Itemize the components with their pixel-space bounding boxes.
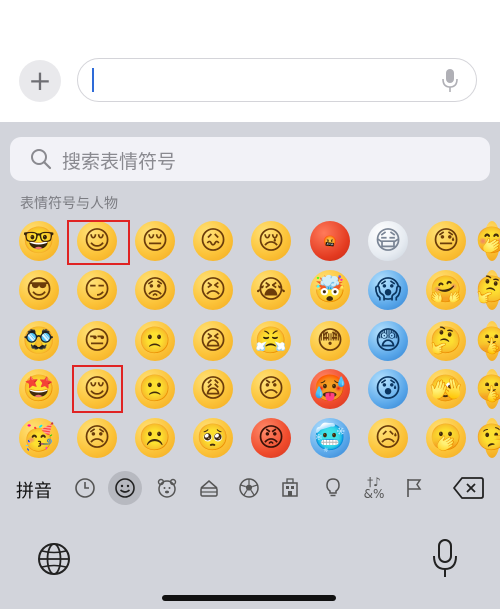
emoji-key[interactable]: 😨	[368, 321, 408, 361]
lightbulb-icon[interactable]	[316, 471, 350, 505]
soccer-ball-icon[interactable]	[232, 471, 266, 505]
globe-icon[interactable]	[36, 541, 72, 577]
emoji-key[interactable]: 😤	[251, 321, 291, 361]
emoji-search-bar[interactable]: 搜索表情符号	[10, 137, 490, 181]
emoji-key[interactable]: 🙁	[135, 321, 175, 361]
emoji-key[interactable]: 😫	[193, 321, 233, 361]
emoji-key[interactable]: 🫣	[426, 369, 466, 409]
emoji-key[interactable]: 😔	[135, 221, 175, 261]
message-text-field[interactable]	[77, 58, 477, 102]
highlight-box	[72, 365, 123, 413]
microphone-icon[interactable]	[442, 68, 458, 94]
emoji-key[interactable]: 🥶	[310, 418, 350, 458]
section-title: 表情符号与人物	[20, 196, 118, 212]
emoji-category-bar: 拼音 †♪&%	[0, 465, 500, 511]
symbols-icon-text: †♪&%	[363, 475, 385, 501]
add-attachment-button[interactable]: +	[19, 60, 61, 102]
emoji-key[interactable]: 😠	[251, 369, 291, 409]
emoji-key[interactable]: 😓	[426, 221, 466, 261]
home-indicator	[162, 595, 336, 601]
emoji-key[interactable]: 🥺	[193, 418, 233, 458]
plus-icon: +	[28, 64, 52, 97]
emoji-key[interactable]: 🤓	[19, 221, 59, 261]
animal-icon[interactable]	[150, 471, 184, 505]
emoji-key[interactable]: 😒	[77, 321, 117, 361]
emoji-key[interactable]: 🤔	[426, 321, 466, 361]
emoji-key[interactable]: 🥵	[310, 369, 350, 409]
flag-icon[interactable]	[397, 471, 431, 505]
emoji-key[interactable]: 😱	[368, 270, 408, 310]
emoji-key[interactable]: 🫢	[426, 418, 466, 458]
emoji-key[interactable]: 😷	[368, 221, 408, 261]
message-input-area: +	[0, 0, 500, 122]
emoji-key[interactable]: 🤫	[476, 369, 500, 409]
emoji-key[interactable]: 😢	[251, 221, 291, 261]
emoji-key[interactable]: 😏	[77, 270, 117, 310]
dictation-microphone-icon[interactable]	[432, 539, 458, 579]
emoji-key[interactable]: 🥸	[19, 321, 59, 361]
emoji-key[interactable]: 🤩	[19, 369, 59, 409]
emoji-key[interactable]: 😞	[77, 418, 117, 458]
emoji-key[interactable]: 😥	[368, 418, 408, 458]
highlight-box	[67, 220, 130, 265]
search-placeholder: 搜索表情符号	[62, 151, 177, 173]
emoji-key[interactable]: 😳	[310, 321, 350, 361]
emoji-key[interactable]: 😎	[19, 270, 59, 310]
emoji-key[interactable]: 🤯	[310, 270, 350, 310]
text-caret	[92, 68, 94, 92]
emoji-key[interactable]: 😭	[251, 270, 291, 310]
emoji-key[interactable]: 🤗	[426, 270, 466, 310]
emoji-key[interactable]: 🤬	[310, 221, 350, 261]
smiley-icon[interactable]	[108, 471, 142, 505]
pinyin-button[interactable]: 拼音	[16, 477, 52, 503]
delete-backspace-icon[interactable]	[452, 476, 484, 500]
emoji-key[interactable]: 🤫	[476, 321, 500, 361]
emoji-key[interactable]: 🥳	[19, 418, 59, 458]
symbols-icon[interactable]: †♪&%	[357, 471, 391, 505]
emoji-key[interactable]: 😩	[193, 369, 233, 409]
emoji-key[interactable]: 🤥	[476, 418, 500, 458]
emoji-key[interactable]: 😖	[193, 221, 233, 261]
emoji-key[interactable]: ☹️	[135, 418, 175, 458]
emoji-key[interactable]: 😣	[193, 270, 233, 310]
emoji-key[interactable]: 😡	[251, 418, 291, 458]
clock-icon[interactable]	[68, 471, 102, 505]
emoji-key[interactable]: 🤭	[476, 221, 500, 261]
building-icon[interactable]	[273, 471, 307, 505]
emoji-key[interactable]: 🙁	[135, 369, 175, 409]
food-icon[interactable]	[192, 471, 226, 505]
emoji-key[interactable]: 😰	[368, 369, 408, 409]
emoji-key[interactable]: 😟	[135, 270, 175, 310]
emoji-key[interactable]: 🤔	[476, 270, 500, 310]
keyboard-bottom-row	[0, 511, 500, 609]
search-icon	[31, 149, 52, 170]
